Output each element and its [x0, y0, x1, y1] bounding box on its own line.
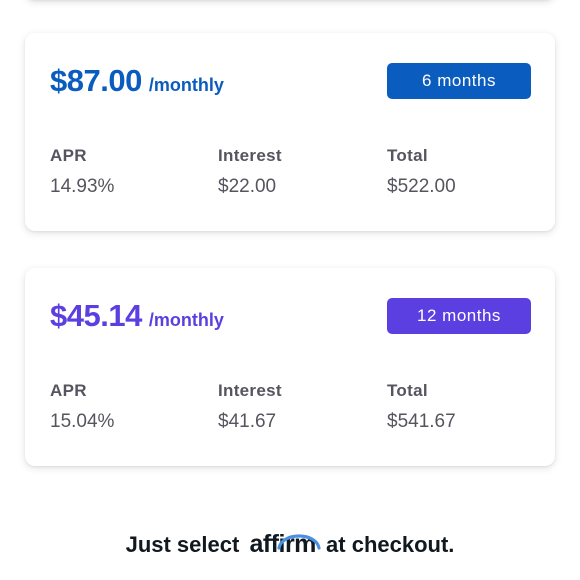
- interest-label: Interest: [218, 146, 282, 165]
- monthly-price-row: $87.00 /monthly: [50, 63, 224, 99]
- monthly-amount: $87.00: [50, 63, 142, 98]
- footer-suffix: at checkout.: [326, 532, 455, 557]
- total-stat: Total $522.00: [387, 146, 456, 198]
- apr-stat: APR 14.93%: [50, 146, 114, 198]
- total-label: Total: [387, 146, 428, 165]
- payment-period: /monthly: [148, 310, 224, 330]
- monthly-price-row: $45.14 /monthly: [50, 298, 224, 334]
- apr-stat: APR 15.04%: [50, 381, 114, 433]
- affirm-logo: affirm: [249, 530, 321, 559]
- plan-card-6-months[interactable]: $87.00 /monthly 6 months APR 14.93% Inte…: [25, 33, 555, 231]
- term-button[interactable]: 6 months: [387, 63, 531, 99]
- interest-label: Interest: [218, 381, 282, 400]
- interest-stat: Interest $41.67: [218, 381, 282, 433]
- footer-prefix: Just select: [125, 532, 240, 557]
- term-button[interactable]: 12 months: [387, 298, 531, 334]
- total-value: $541.67: [387, 411, 456, 432]
- apr-value: 15.04%: [50, 411, 115, 432]
- plan-card-12-months[interactable]: $45.14 /monthly 12 months APR 15.04% Int…: [25, 268, 555, 466]
- apr-label: APR: [50, 381, 87, 400]
- checkout-footer: Just select affirm at checkout.: [0, 530, 580, 559]
- apr-value: 14.93%: [50, 176, 115, 197]
- interest-value: $22.00: [218, 176, 277, 197]
- apr-label: APR: [50, 146, 87, 165]
- payment-period: /monthly: [148, 75, 224, 95]
- total-label: Total: [387, 381, 428, 400]
- affirm-wordmark: affirm: [249, 530, 316, 558]
- interest-stat: Interest $22.00: [218, 146, 282, 198]
- total-value: $522.00: [387, 176, 456, 197]
- monthly-amount: $45.14: [50, 298, 142, 333]
- interest-value: $41.67: [218, 411, 277, 432]
- total-stat: Total $541.67: [387, 381, 456, 433]
